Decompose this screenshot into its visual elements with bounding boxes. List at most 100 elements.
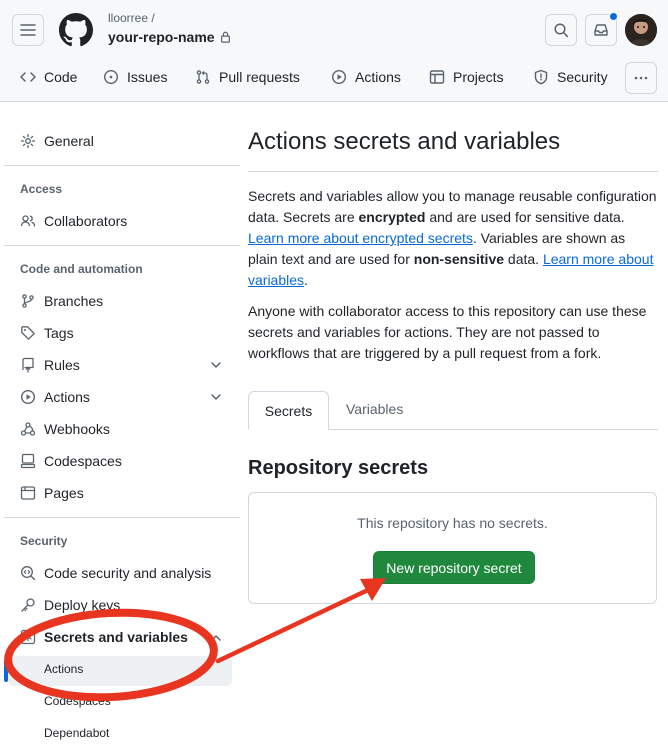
tab-code-label: Code [44, 69, 78, 85]
repo-name-label[interactable]: your-repo-name [108, 29, 215, 45]
repo-name[interactable]: your-repo-name [108, 29, 231, 45]
chevron-up-icon[interactable] [209, 631, 223, 645]
sidebar-item-rules[interactable]: Rules [20, 354, 80, 376]
kebab-horizontal-icon [634, 76, 648, 80]
sidebar-subitem-codespaces[interactable]: Codespaces [44, 694, 111, 708]
chevron-down-icon[interactable] [209, 390, 223, 404]
tab-issues[interactable]: Issues [103, 62, 167, 92]
sidebar-label-branches: Branches [44, 293, 104, 309]
description-paragraph: Secrets and variables allow you to manag… [248, 186, 658, 291]
sidebar-item-deploy-keys[interactable]: Deploy keys [20, 594, 120, 616]
github-logo-icon[interactable] [59, 13, 93, 47]
sidebar-heading-security: Security [20, 534, 68, 548]
sidebar-item-general[interactable]: General [20, 130, 94, 152]
asterisk-icon [20, 629, 36, 645]
access-note-paragraph: Anyone with collaborator access to this … [248, 303, 647, 361]
sidebar-item-codespaces[interactable]: Codespaces [20, 450, 122, 472]
secrets-empty-box: This repository has no secrets. New repo… [248, 492, 657, 604]
sidebar-item-pages[interactable]: Pages [20, 482, 84, 504]
chevron-down-icon[interactable] [209, 358, 223, 372]
webhook-icon [20, 422, 36, 436]
sidebar-item-collaborators[interactable]: Collaborators [20, 210, 127, 232]
code-icon [20, 72, 36, 82]
git-branch-icon [22, 294, 34, 308]
tab-projects-label: Projects [453, 69, 504, 85]
repo-owner[interactable]: lloorree / [108, 11, 155, 25]
more-tabs-button[interactable] [625, 62, 657, 94]
learn-more-secrets-link[interactable]: Learn more about encrypted secrets [248, 230, 473, 246]
tab-security[interactable]: Security [533, 62, 608, 92]
new-repository-secret-label: New repository secret [386, 559, 522, 576]
sidebar-label-pages: Pages [44, 485, 84, 501]
menu-button[interactable] [12, 14, 44, 46]
sidebar-label-deploy-keys: Deploy keys [44, 597, 121, 613]
sidebar-label-code-security: Code security and analysis [44, 565, 212, 581]
play-icon [331, 69, 347, 85]
tab-projects[interactable]: Projects [429, 62, 504, 92]
avatar-image-icon [625, 14, 657, 46]
sidebar-item-tags[interactable]: Tags [20, 322, 74, 344]
sidebar-divider [4, 165, 240, 166]
sidebar-label-codespaces: Codespaces [44, 453, 122, 469]
description-text: . [304, 272, 308, 288]
git-pull-request-icon [196, 70, 210, 84]
codescan-icon [21, 566, 36, 581]
tab-security-label: Security [557, 69, 608, 85]
search-button[interactable] [545, 14, 577, 46]
sidebar-item-actions[interactable]: Actions [20, 386, 90, 408]
inbox-icon [594, 24, 608, 36]
codespaces-icon [20, 453, 36, 469]
key-icon [21, 598, 35, 612]
tag-icon [21, 326, 35, 340]
tab-code[interactable]: Code [20, 62, 77, 92]
sidebar-heading-code-automation: Code and automation [20, 262, 143, 276]
sidebar-label-actions: Actions [44, 389, 90, 405]
sidebar-divider [4, 517, 240, 518]
sidebar-subitem-actions[interactable]: Actions [44, 662, 83, 676]
sidebar-item-branches[interactable]: Branches [20, 290, 103, 312]
browser-icon [20, 486, 36, 500]
sidebar-label-secrets-variables: Secrets and variables [44, 629, 188, 645]
inbox-button[interactable] [585, 12, 618, 46]
tab-secrets[interactable]: Secrets [248, 391, 329, 430]
repository-secrets-heading: Repository secrets [248, 457, 429, 479]
title-divider [248, 171, 658, 172]
empty-state-message: This repository has no secrets. [357, 515, 548, 531]
sidebar-label-general: General [44, 133, 94, 149]
sidebar-label-webhooks: Webhooks [44, 421, 110, 437]
sidebar-subitem-active-bg [8, 656, 232, 686]
annotation-ellipse [4, 608, 218, 702]
hamburger-icon [20, 24, 36, 36]
play-icon [20, 389, 36, 405]
sidebar-item-secrets-variables[interactable]: Secrets and variables [20, 626, 188, 648]
repo-header: lloorree / your-repo-name Code Issues Pu… [0, 0, 668, 102]
description-text: data. [504, 251, 543, 267]
avatar[interactable] [625, 14, 657, 46]
issue-opened-icon [103, 69, 119, 85]
new-repository-secret-button[interactable]: New repository secret [373, 551, 535, 584]
search-icon [554, 23, 569, 38]
sidebar-label-rules: Rules [44, 357, 80, 373]
description-emphasis: non-sensitive [413, 251, 505, 267]
tab-actions[interactable]: Actions [331, 62, 401, 92]
gear-icon [20, 133, 36, 149]
lock-icon [220, 31, 230, 43]
sidebar-label-tags: Tags [44, 325, 74, 341]
tab-actions-label: Actions [355, 69, 401, 85]
sidebar-divider [4, 245, 240, 246]
notification-dot [609, 12, 618, 21]
repo-push-icon [22, 357, 34, 373]
people-icon [20, 215, 36, 227]
sidebar-heading-access: Access [20, 182, 63, 196]
tab-secrets-label: Secrets [264, 402, 313, 419]
description-text: and are used for sensitive data. [425, 209, 625, 225]
sidebar-item-code-security[interactable]: Code security and analysis [20, 562, 211, 584]
tab-pull-requests[interactable]: Pull requests [195, 62, 300, 92]
sidebar-item-webhooks[interactable]: Webhooks [20, 418, 110, 440]
tab-variables[interactable]: Variables [346, 401, 403, 417]
sidebar-subitem-dependabot[interactable]: Dependabot [44, 726, 109, 740]
sidebar-active-indicator [4, 660, 8, 682]
shield-icon [534, 69, 548, 85]
sidebar-label-collaborators: Collaborators [44, 213, 128, 229]
page-title: Actions secrets and variables [248, 128, 561, 155]
